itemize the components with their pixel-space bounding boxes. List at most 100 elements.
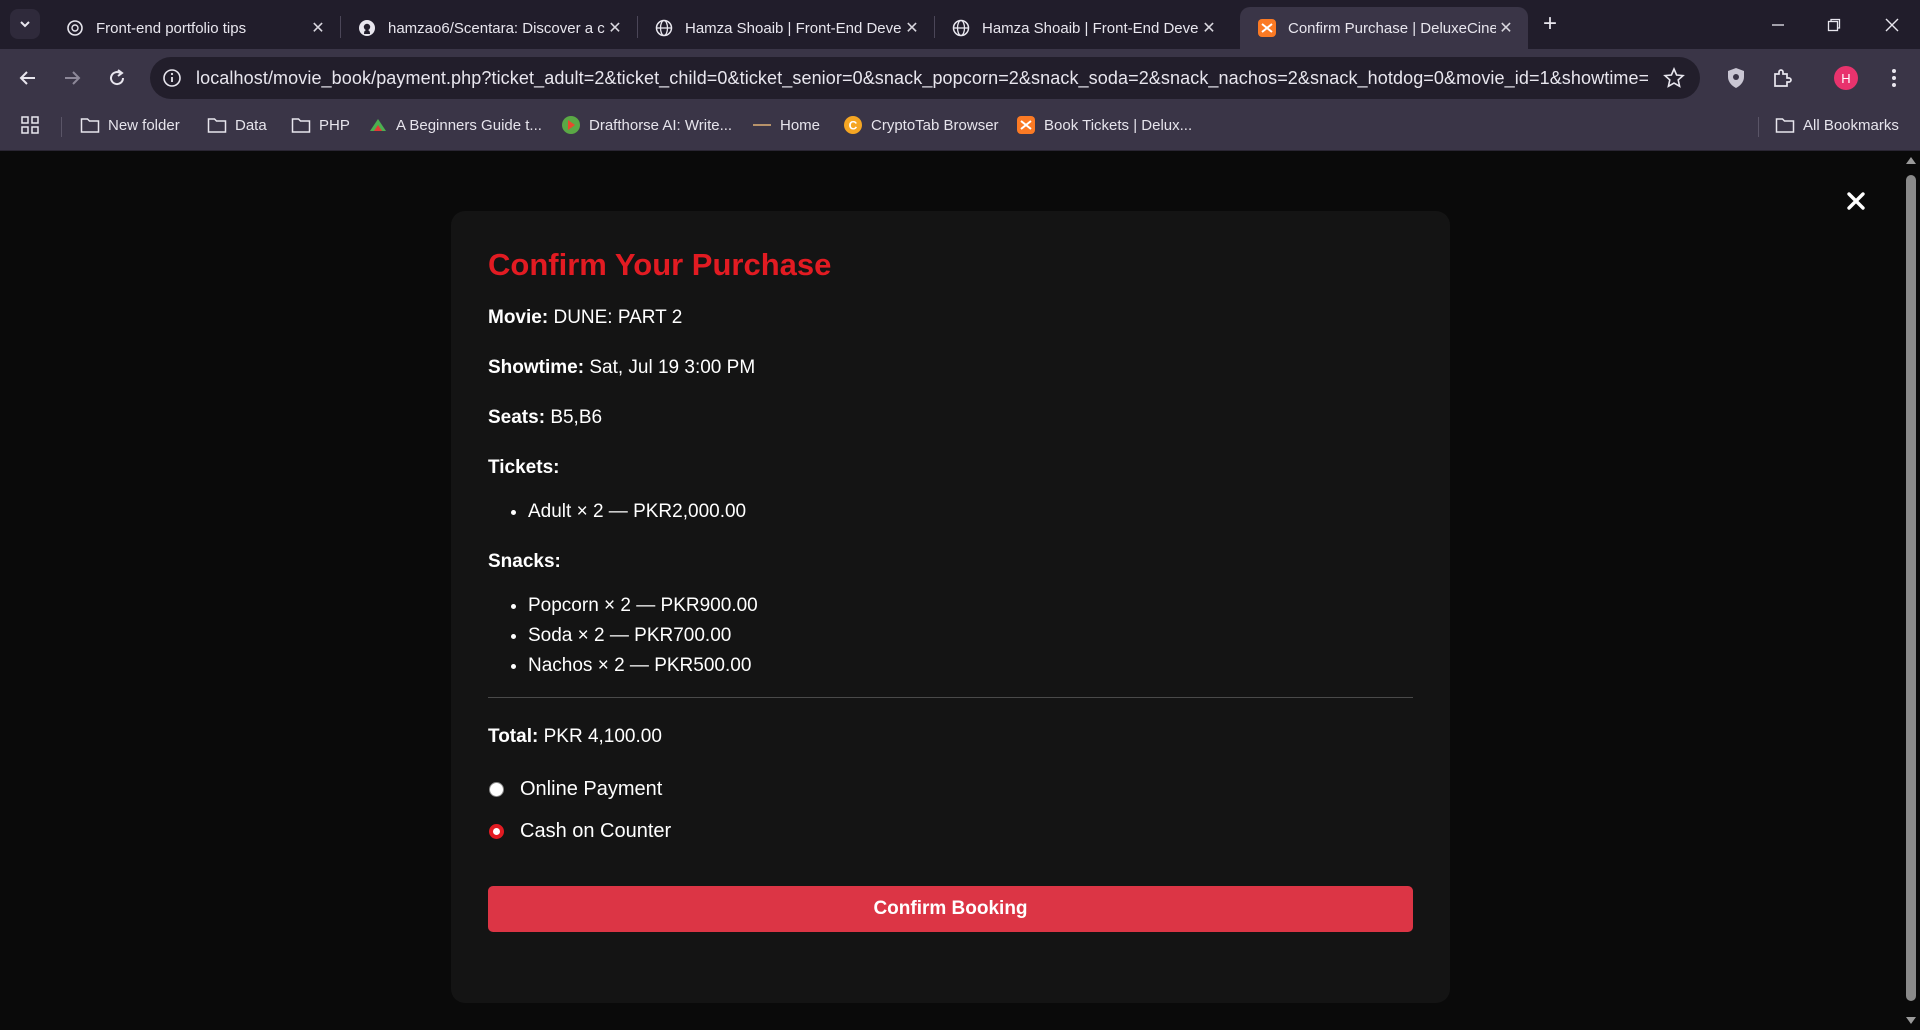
bookmark-label: New folder	[108, 116, 180, 134]
scrollbar[interactable]	[1902, 151, 1920, 1030]
back-arrow-icon[interactable]	[12, 62, 44, 94]
bookmark-book-tickets[interactable]: Book Tickets | Delux...	[1016, 107, 1192, 143]
extensions-puzzle-icon[interactable]	[1766, 62, 1798, 94]
close-tab-icon[interactable]: ✕	[605, 18, 625, 38]
divider	[488, 697, 1413, 698]
svg-text:C: C	[849, 119, 858, 133]
bookmark-label: PHP	[319, 116, 350, 134]
apps-grid-icon[interactable]	[20, 107, 40, 143]
bookmarks-divider	[61, 117, 62, 137]
showtime-label: Showtime:	[488, 357, 585, 378]
folder-icon	[1775, 115, 1795, 135]
guide-icon	[368, 115, 388, 135]
tab-title: hamzao6/Scentara: Discover a c	[388, 19, 605, 37]
xampp-icon	[1016, 115, 1036, 135]
forward-arrow-icon[interactable]	[56, 62, 88, 94]
movie-value: DUNE: PART 2	[553, 307, 683, 328]
tab-4[interactable]: Hamza Shoaib | Front-End Deve ✕	[934, 7, 1231, 49]
tab-strip: Front-end portfolio tips ✕ hamzao6/Scent…	[0, 0, 1920, 49]
seats-label: Seats:	[488, 407, 546, 428]
cryptotab-icon: C	[843, 115, 863, 135]
address-bar[interactable]: localhost/movie_book/payment.php?ticket_…	[150, 57, 1700, 99]
bookmark-label: Data	[235, 116, 267, 134]
list-item: Soda × 2 — PKR700.00	[528, 621, 1413, 651]
profile-avatar[interactable]: H	[1830, 62, 1862, 94]
folder-icon	[80, 115, 100, 135]
tab-title: Hamza Shoaib | Front-End Deve	[982, 19, 1199, 37]
confirm-booking-button[interactable]: Confirm Booking	[488, 886, 1413, 932]
bookmark-new-folder[interactable]: New folder	[80, 107, 180, 143]
more-menu-icon[interactable]	[1878, 62, 1910, 94]
movie-label: Movie:	[488, 307, 549, 328]
reload-icon[interactable]	[101, 62, 133, 94]
globe-icon	[952, 19, 970, 37]
bookmark-label: Home	[780, 116, 821, 134]
payment-option-label: Cash on Counter	[520, 819, 672, 842]
scroll-up-arrow-icon[interactable]	[1906, 157, 1916, 164]
total-label: Total:	[488, 726, 539, 747]
minimize-icon[interactable]	[1750, 0, 1806, 49]
scroll-down-arrow-icon[interactable]	[1906, 1017, 1916, 1024]
tickets-list: Adult × 2 — PKR2,000.00	[488, 497, 1413, 527]
close-window-icon[interactable]	[1864, 0, 1920, 49]
bookmark-cryptotab[interactable]: C CryptoTab Browser	[843, 107, 999, 143]
page-title: Confirm Your Purchase	[488, 247, 832, 282]
bookmark-label: CryptoTab Browser	[871, 116, 999, 134]
tab-1[interactable]: Front-end portfolio tips ✕	[48, 7, 340, 49]
payment-option-online[interactable]: Online Payment	[488, 776, 1413, 802]
url-text[interactable]: localhost/movie_book/payment.php?ticket_…	[196, 68, 1648, 89]
close-tab-icon[interactable]: ✕	[308, 18, 328, 38]
bookmark-label: Book Tickets | Delux...	[1044, 116, 1193, 134]
xampp-icon	[1258, 19, 1276, 37]
total-row: Total: PKR 4,100.00	[488, 724, 1413, 750]
payment-option-label: Online Payment	[520, 777, 663, 800]
total-value: PKR 4,100.00	[543, 726, 662, 747]
bookmark-label: Drafthorse AI: Write...	[589, 116, 733, 134]
list-item: Popcorn × 2 — PKR900.00	[528, 591, 1413, 621]
drafthorse-icon	[561, 115, 581, 135]
payment-option-cash[interactable]: Cash on Counter	[488, 818, 1413, 844]
all-bookmarks[interactable]: All Bookmarks	[1775, 107, 1899, 143]
tab-title: Front-end portfolio tips	[96, 19, 247, 37]
chevron-down-icon	[20, 21, 30, 28]
site-info-icon[interactable]	[162, 68, 182, 88]
tab-title: Confirm Purchase | DeluxeCiner	[1288, 19, 1496, 37]
close-tab-icon[interactable]: ✕	[902, 18, 922, 38]
bookmark-star-icon[interactable]	[1660, 64, 1688, 92]
tab-5-active[interactable]: Confirm Purchase | DeluxeCiner ✕	[1240, 7, 1528, 49]
bookmarks-bar: New folder Data PHP A Beginners Guide t.…	[0, 107, 1920, 151]
radio-button[interactable]	[489, 781, 504, 797]
movie-row: Movie: DUNE: PART 2	[488, 305, 1413, 331]
showtime-value: Sat, Jul 19 3:00 PM	[589, 357, 756, 378]
showtime-row: Showtime: Sat, Jul 19 3:00 PM	[488, 355, 1413, 381]
openai-icon	[66, 19, 84, 37]
bookmark-php[interactable]: PHP	[291, 107, 350, 143]
avatar-letter: H	[1834, 66, 1858, 90]
purchase-card: Confirm Your Purchase Movie: DUNE: PART …	[451, 211, 1450, 1003]
snacks-heading: Snacks:	[488, 549, 1413, 575]
tab-3[interactable]: Hamza Shoaib | Front-End Deve ✕	[637, 7, 934, 49]
new-tab-plus-icon[interactable]: +	[1543, 12, 1557, 36]
shield-extension-icon[interactable]	[1720, 62, 1752, 94]
browser-toolbar: localhost/movie_book/payment.php?ticket_…	[0, 49, 1920, 107]
folder-icon	[291, 115, 311, 135]
tab-search-button[interactable]	[10, 9, 40, 39]
seats-value: B5,B6	[550, 407, 603, 428]
bookmark-beginners-guide[interactable]: A Beginners Guide t...	[368, 107, 542, 143]
scrollbar-thumb[interactable]	[1906, 175, 1916, 1001]
bookmarks-divider	[1758, 117, 1759, 137]
tab-2[interactable]: hamzao6/Scentara: Discover a c ✕	[340, 7, 637, 49]
close-tab-icon[interactable]: ✕	[1199, 18, 1219, 38]
bookmark-drafthorse[interactable]: Drafthorse AI: Write...	[561, 107, 732, 143]
snacks-list: Popcorn × 2 — PKR900.00 Soda × 2 — PKR70…	[488, 591, 1413, 681]
radio-button[interactable]	[489, 823, 504, 839]
globe-icon	[655, 19, 673, 37]
folder-icon	[207, 115, 227, 135]
restore-icon[interactable]	[1806, 0, 1862, 49]
close-tab-icon[interactable]: ✕	[1496, 18, 1516, 38]
all-bookmarks-label: All Bookmarks	[1803, 116, 1899, 134]
tickets-heading: Tickets:	[488, 455, 1413, 481]
bookmark-data[interactable]: Data	[207, 107, 267, 143]
close-modal-icon[interactable]	[1838, 183, 1874, 219]
bookmark-home[interactable]: Home	[752, 107, 820, 143]
